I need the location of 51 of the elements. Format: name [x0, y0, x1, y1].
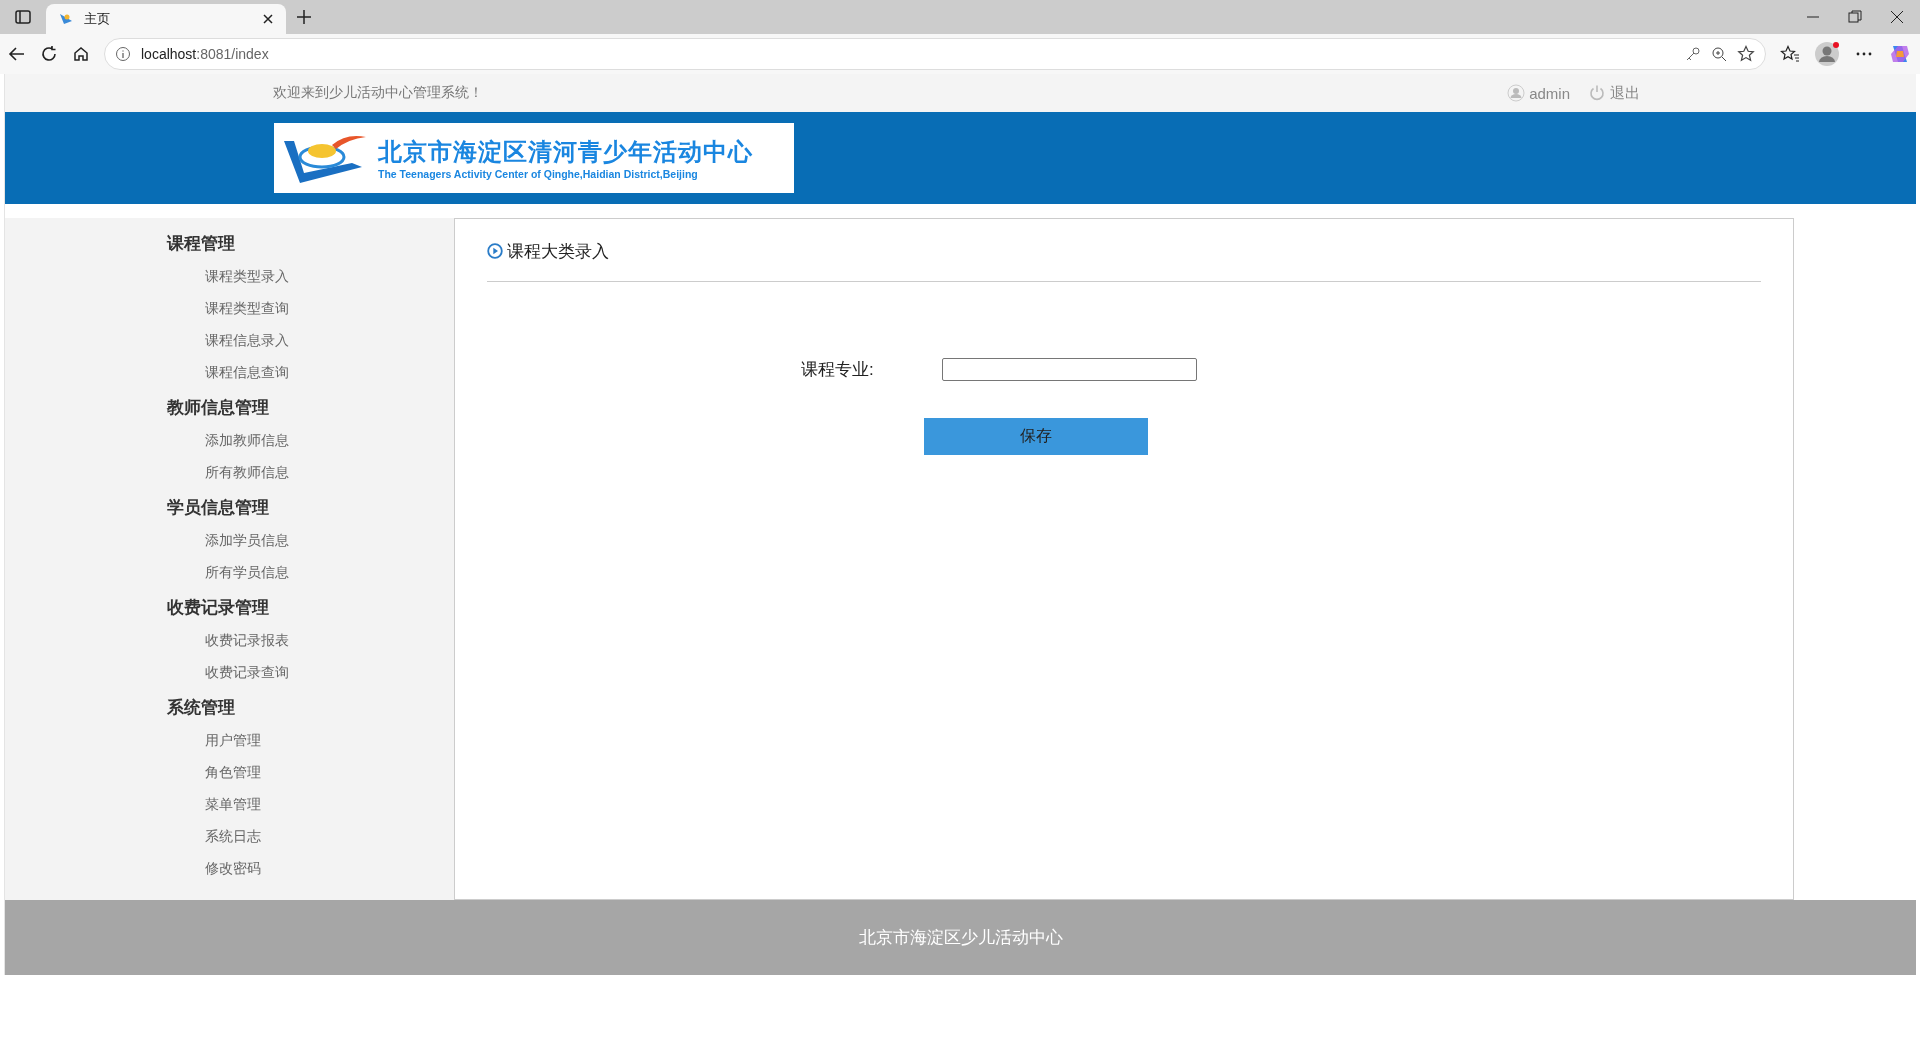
menu-item[interactable]: 所有学员信息 [167, 556, 289, 588]
info-icon[interactable] [115, 46, 131, 62]
home-icon[interactable] [72, 45, 90, 63]
menu-section-title: 收费记录管理 [167, 597, 270, 619]
close-icon[interactable] [262, 13, 274, 25]
menu-item[interactable]: 课程类型查询 [167, 292, 289, 324]
menu-item[interactable]: 系统日志 [167, 820, 261, 852]
power-icon [1588, 84, 1606, 102]
site-favicon-icon [58, 11, 74, 27]
footer-text: 北京市海淀区少儿活动中心 [858, 927, 1063, 949]
menu-item[interactable]: 所有教师信息 [167, 456, 289, 488]
back-icon[interactable] [8, 45, 26, 63]
menu-item[interactable]: 角色管理 [167, 756, 261, 788]
section-title: 课程大类录入 [507, 240, 609, 263]
menu-item[interactable]: 添加教师信息 [167, 424, 289, 456]
logo-subtitle: The Teenagers Activity Center of Qinghe,Haidian District,Beijing [378, 168, 699, 180]
menu-item[interactable]: 收费记录报表 [167, 624, 289, 656]
menu-item[interactable]: 添加学员信息 [167, 524, 289, 556]
menu-section-title: 系统管理 [167, 697, 236, 719]
user-icon [1507, 84, 1526, 102]
menu-section-title: 课程管理 [167, 233, 236, 255]
menu-item[interactable]: 菜单管理 [167, 788, 261, 820]
input-field[interactable] [942, 358, 1197, 381]
zoom-icon[interactable] [1711, 46, 1727, 62]
field-label: 课程专业: [801, 359, 875, 381]
logo-title: 北京市海淀区清河青少年活动中心 [378, 137, 753, 167]
menu-item[interactable]: 课程类型录入 [167, 260, 289, 292]
tab-title: 主页 [84, 10, 111, 28]
key-icon[interactable] [1685, 46, 1701, 62]
restore-icon[interactable] [1848, 10, 1862, 24]
close-icon[interactable] [1890, 10, 1904, 24]
welcome-text: 欢迎来到少儿活动中心管理系统！ [273, 84, 484, 102]
browser-tab[interactable]: 主页 [46, 4, 286, 34]
user-link[interactable]: admin [1507, 84, 1570, 102]
menu-section-title: 教师信息管理 [167, 397, 270, 419]
menu-section-title: 学员信息管理 [167, 497, 270, 519]
url-text: localhost:8081/index [141, 46, 269, 62]
star-icon[interactable] [1737, 45, 1755, 63]
menu-item[interactable]: 收费记录查询 [167, 656, 289, 688]
logout-link[interactable]: 退出 [1588, 83, 1640, 103]
menu-item[interactable]: 用户管理 [167, 724, 261, 756]
save-button[interactable]: 保存 [924, 418, 1148, 455]
menu-item[interactable]: 课程信息录入 [167, 324, 289, 356]
menu-item[interactable]: 课程信息查询 [167, 356, 289, 388]
profile-avatar-icon[interactable] [1814, 41, 1840, 67]
menu-item[interactable]: 修改密码 [167, 852, 261, 884]
reload-icon[interactable] [40, 45, 58, 63]
new-tab-icon[interactable] [296, 9, 312, 25]
play-circle-icon [487, 243, 503, 259]
favorites-icon[interactable] [1780, 45, 1800, 63]
address-bar[interactable]: localhost:8081/index [104, 38, 1766, 70]
